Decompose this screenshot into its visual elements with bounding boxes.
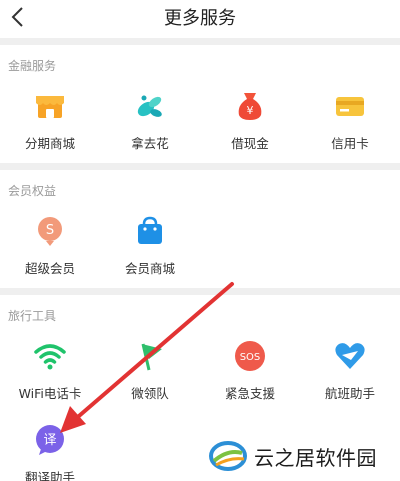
- service-super-member[interactable]: S 超级会员: [0, 204, 100, 288]
- section-title-member: 会员权益: [8, 184, 57, 198]
- super-member-icon: S: [33, 214, 67, 248]
- watermark-logo-icon: [208, 439, 248, 473]
- service-label: WiFi电话卡: [18, 386, 82, 401]
- service-label: 分期商城: [24, 136, 75, 151]
- service-emergency-support[interactable]: SOS 紧急支援: [200, 329, 300, 413]
- service-label: 超级会员: [24, 261, 75, 276]
- service-label: 信用卡: [331, 136, 369, 151]
- service-wifi-sim[interactable]: WiFi电话卡: [0, 329, 100, 413]
- credit-card-icon: [333, 89, 367, 123]
- service-label: 紧急支援: [224, 386, 275, 401]
- flower-icon: [133, 89, 167, 123]
- service-member-mall[interactable]: 会员商城: [100, 204, 200, 288]
- service-installment-mall[interactable]: 分期商城: [0, 79, 100, 163]
- section-finance: 金融服务 分期商城 拿去花 ¥ 借现金 信用卡: [0, 45, 400, 163]
- watermark: 云之居软件园: [198, 431, 400, 481]
- svg-text:译: 译: [43, 433, 56, 448]
- section-title-finance: 金融服务: [8, 59, 57, 73]
- service-label: 航班助手: [324, 386, 375, 401]
- service-grid-member: S 超级会员 会员商城: [0, 204, 400, 288]
- service-label: 翻译助手: [24, 470, 75, 481]
- service-buy-now-pay-later[interactable]: 拿去花: [100, 79, 200, 163]
- money-bag-icon: ¥: [233, 89, 267, 123]
- section-divider: [0, 163, 400, 170]
- service-translation-assistant[interactable]: 译 翻译助手: [0, 413, 100, 481]
- svg-text:S: S: [46, 223, 54, 238]
- top-bar: 更多服务: [0, 0, 400, 38]
- member-mall-bag-icon: [133, 214, 167, 248]
- service-micro-guide[interactable]: 微领队: [100, 329, 200, 413]
- svg-text:SOS: SOS: [240, 352, 261, 363]
- page-title: 更多服务: [164, 8, 236, 29]
- section-member: 会员权益 S 超级会员 会员商城: [0, 170, 400, 288]
- watermark-text: 云之居软件园: [254, 445, 377, 470]
- service-credit-card[interactable]: 信用卡: [300, 79, 400, 163]
- wifi-icon: [33, 339, 67, 373]
- service-borrow-cash[interactable]: ¥ 借现金: [200, 79, 300, 163]
- section-divider: [0, 288, 400, 295]
- service-label: 拿去花: [131, 136, 169, 151]
- service-flight-assistant[interactable]: 航班助手: [300, 329, 400, 413]
- section-title-travel: 旅行工具: [8, 309, 57, 323]
- flag-icon: [133, 339, 167, 373]
- service-label: 借现金: [231, 136, 269, 151]
- flight-heart-icon: [333, 339, 367, 373]
- sos-icon: SOS: [233, 339, 267, 373]
- translate-bubble-icon: 译: [33, 423, 67, 457]
- store-icon: [33, 89, 67, 123]
- service-label: 微领队: [131, 386, 169, 401]
- service-label: 会员商城: [124, 261, 175, 276]
- service-grid-finance: 分期商城 拿去花 ¥ 借现金 信用卡: [0, 79, 400, 163]
- section-divider: [0, 38, 400, 45]
- svg-text:¥: ¥: [247, 104, 254, 117]
